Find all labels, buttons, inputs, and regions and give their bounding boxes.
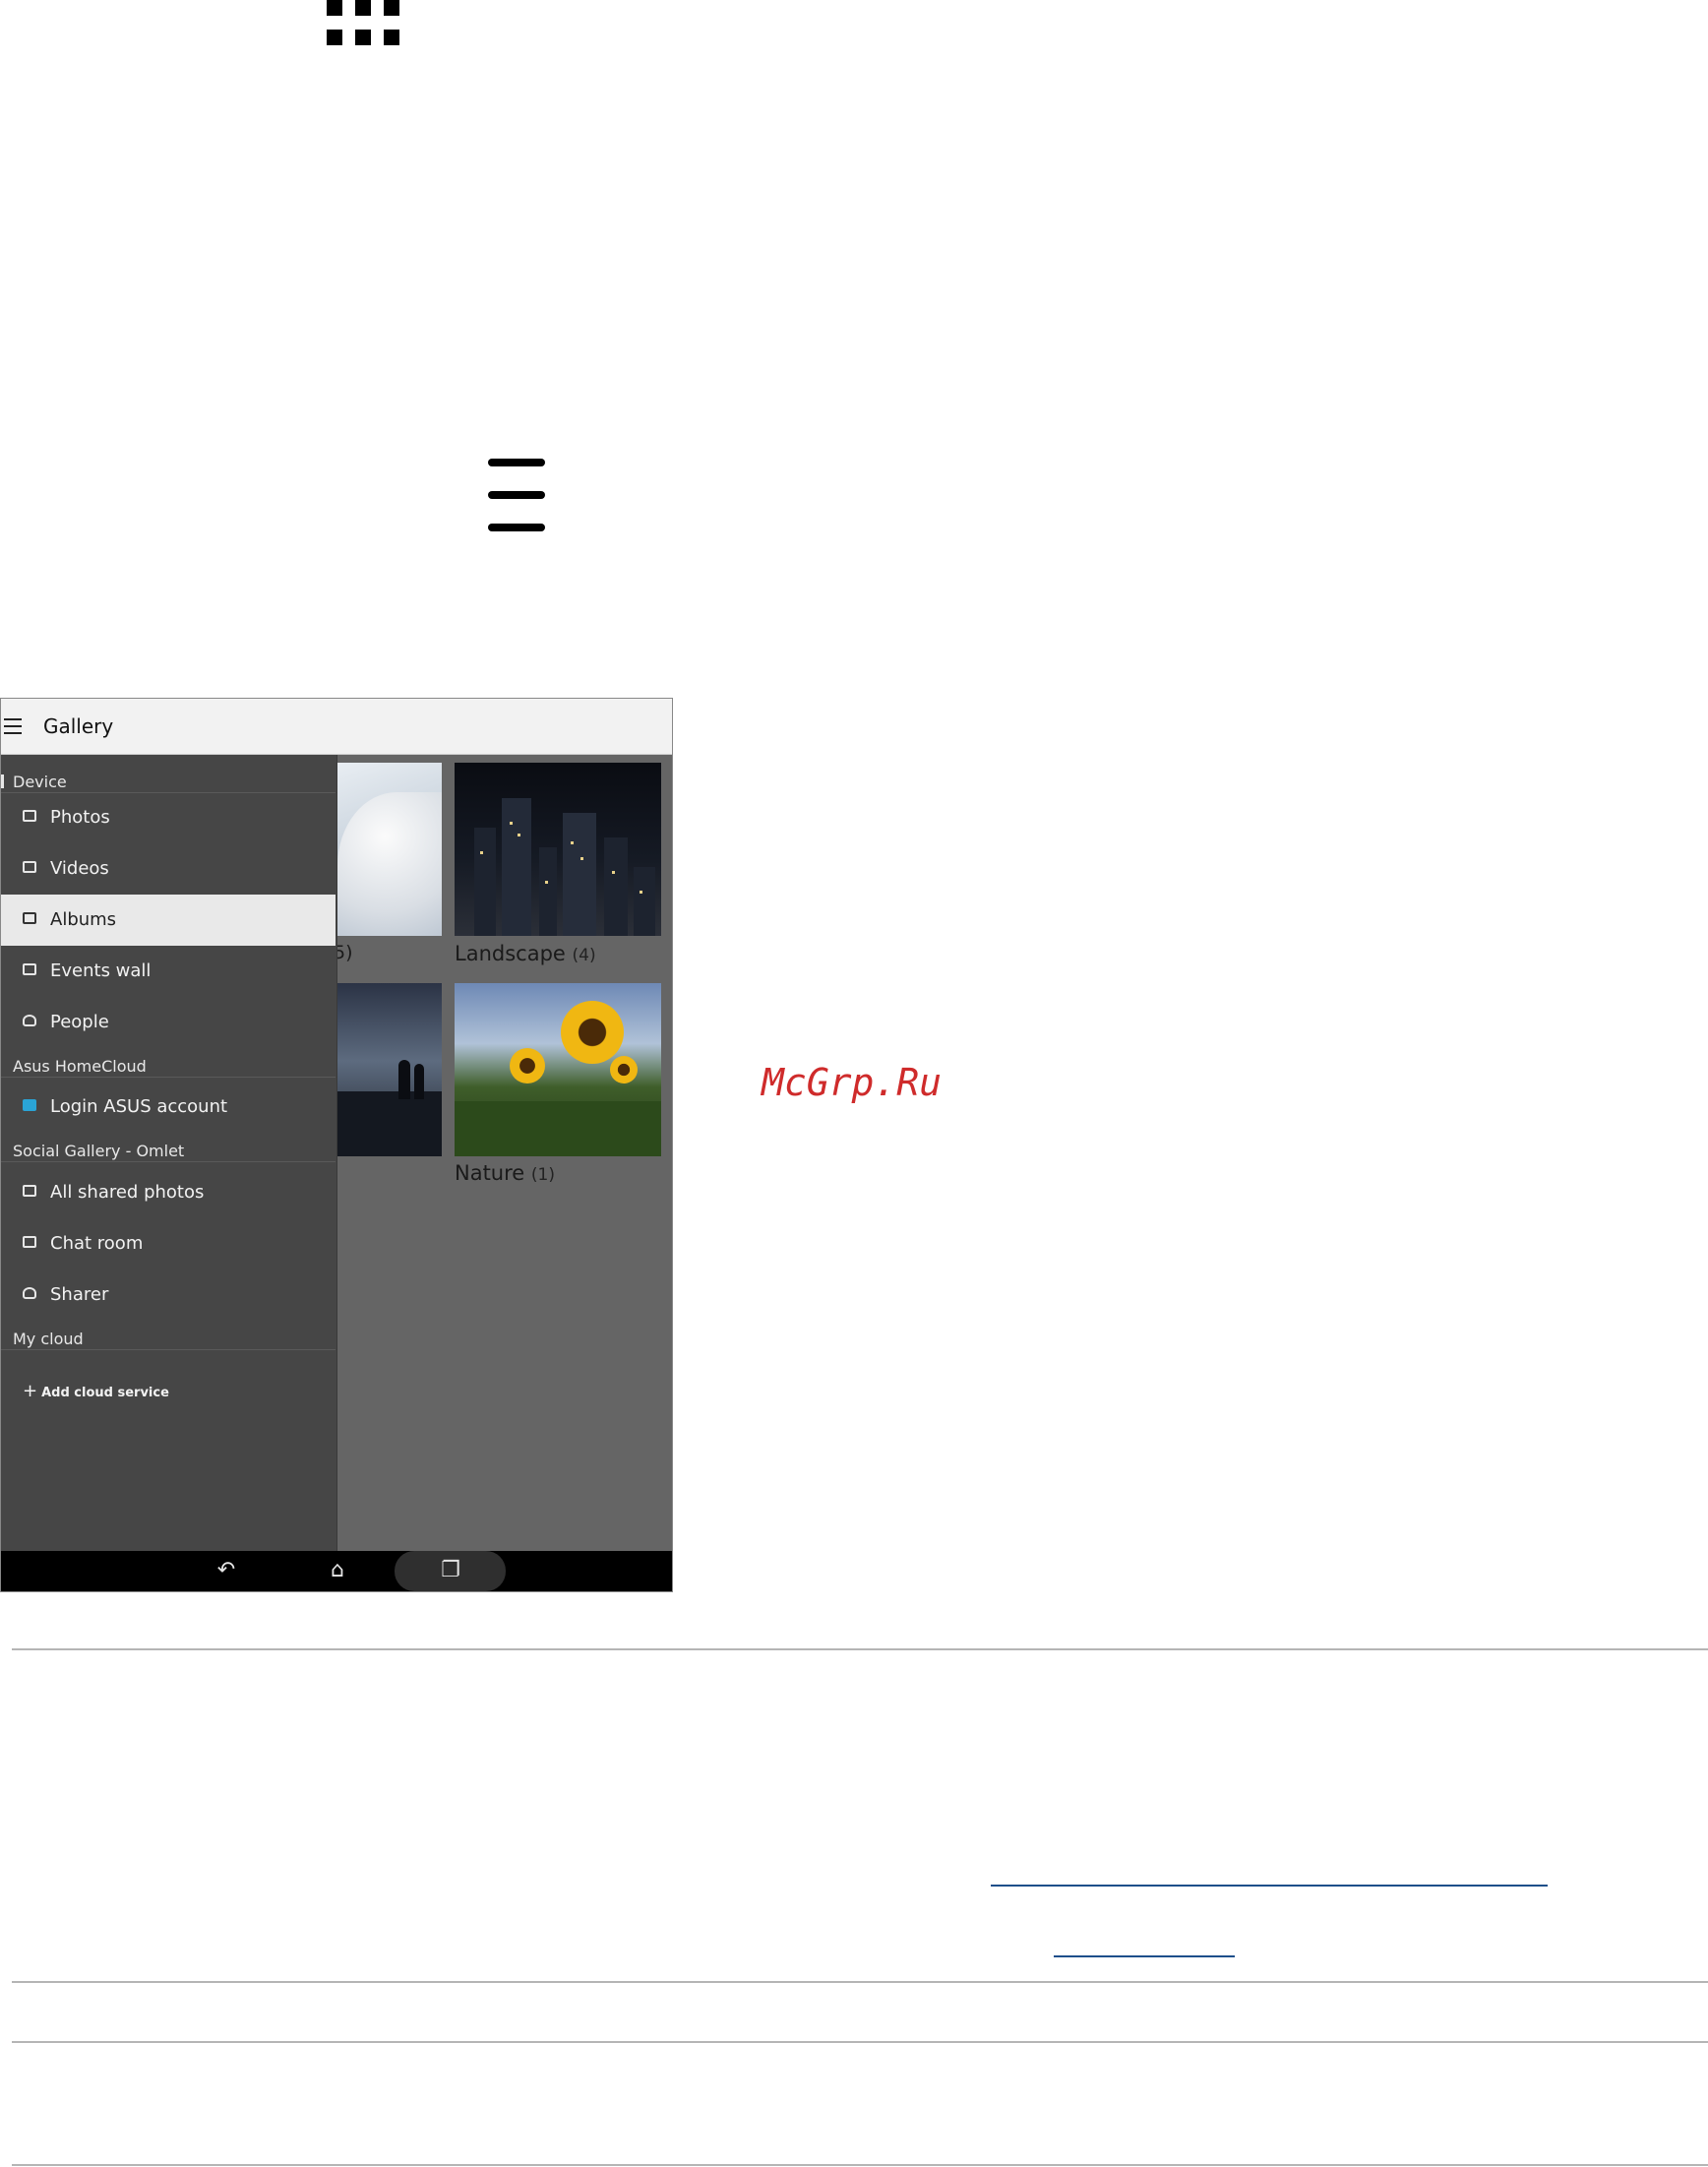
album-caption-landscape: Landscape (4) <box>455 942 596 965</box>
drawer-item-photos[interactable]: Photos <box>1 792 336 843</box>
album-thumbnail[interactable] <box>334 983 442 1156</box>
home-icon[interactable]: ⌂ <box>325 1560 350 1581</box>
gallery-screenshot: Gallery 5) Landscape (4) Nature (1) Devi… <box>0 698 673 1592</box>
drawer-item-label: Events wall <box>50 960 152 981</box>
events-wall-icon <box>23 963 36 975</box>
divider <box>1 1161 336 1162</box>
drawer-item-albums[interactable]: Albums <box>1 895 336 946</box>
navigation-drawer: Device Photos Videos Albums Events wall … <box>1 755 337 1551</box>
section-marker <box>1 774 4 788</box>
section-asus-homecloud: Asus HomeCloud <box>13 1057 147 1076</box>
link-underline[interactable] <box>991 1885 1548 1887</box>
menu-icon <box>488 459 545 531</box>
link-underline[interactable] <box>1054 1955 1235 1957</box>
drawer-item-videos[interactable]: Videos <box>1 843 336 895</box>
people-icon <box>23 1015 36 1026</box>
plus-icon: + <box>23 1381 38 1401</box>
drawer-item-sharer[interactable]: Sharer <box>1 1269 336 1321</box>
divider <box>1 1349 336 1350</box>
divider-rule <box>12 1648 1708 1650</box>
drawer-item-label: People <box>50 1012 109 1032</box>
divider-rule <box>12 2164 1708 2166</box>
albums-icon <box>23 912 36 924</box>
drawer-item-chat-room[interactable]: Chat room <box>1 1218 336 1269</box>
divider <box>1 1077 336 1078</box>
drawer-item-label: Login ASUS account <box>50 1096 228 1117</box>
drawer-item-label: Photos <box>50 807 110 828</box>
add-cloud-service-label: Add cloud service <box>41 1386 169 1400</box>
apps-grid-icon <box>327 0 399 45</box>
watermark: McGrp.Ru <box>762 1061 943 1104</box>
photos-icon <box>23 810 36 822</box>
drawer-item-label: Albums <box>50 909 117 930</box>
videos-icon <box>23 861 36 873</box>
drawer-item-label: Videos <box>50 858 109 879</box>
shared-photos-icon <box>23 1185 36 1197</box>
section-my-cloud: My cloud <box>13 1330 84 1348</box>
drawer-toggle-icon[interactable] <box>4 718 22 734</box>
system-nav-bar: ↶ ⌂ ❐ <box>1 1551 672 1591</box>
drawer-item-people[interactable]: People <box>1 997 336 1048</box>
drawer-item-all-shared-photos[interactable]: All shared photos <box>1 1167 336 1218</box>
app-bar: Gallery <box>1 699 672 755</box>
drawer-item-label: Chat room <box>50 1233 144 1254</box>
chat-room-icon <box>23 1236 36 1248</box>
divider-rule <box>12 1981 1708 1983</box>
drawer-item-events-wall[interactable]: Events wall <box>1 946 336 997</box>
asus-cloud-icon <box>23 1099 36 1111</box>
drawer-item-login-asus-account[interactable]: Login ASUS account <box>1 1082 336 1133</box>
app-title: Gallery <box>43 714 114 738</box>
divider-rule <box>12 2041 1708 2043</box>
album-thumbnail[interactable] <box>334 763 442 936</box>
sharer-icon <box>23 1287 36 1299</box>
section-social-gallery: Social Gallery - Omlet <box>13 1142 185 1160</box>
drawer-item-label: All shared photos <box>50 1182 205 1203</box>
recent-apps-icon[interactable]: ❐ <box>438 1560 463 1581</box>
back-icon[interactable]: ↶ <box>214 1560 239 1581</box>
album-thumbnail-nature[interactable] <box>455 983 661 1156</box>
drawer-item-label: Sharer <box>50 1284 109 1305</box>
album-caption-nature: Nature (1) <box>455 1161 555 1185</box>
section-device: Device <box>13 773 67 791</box>
add-cloud-service-button[interactable]: + Add cloud service <box>23 1381 169 1401</box>
album-thumbnail-landscape[interactable] <box>455 763 661 936</box>
